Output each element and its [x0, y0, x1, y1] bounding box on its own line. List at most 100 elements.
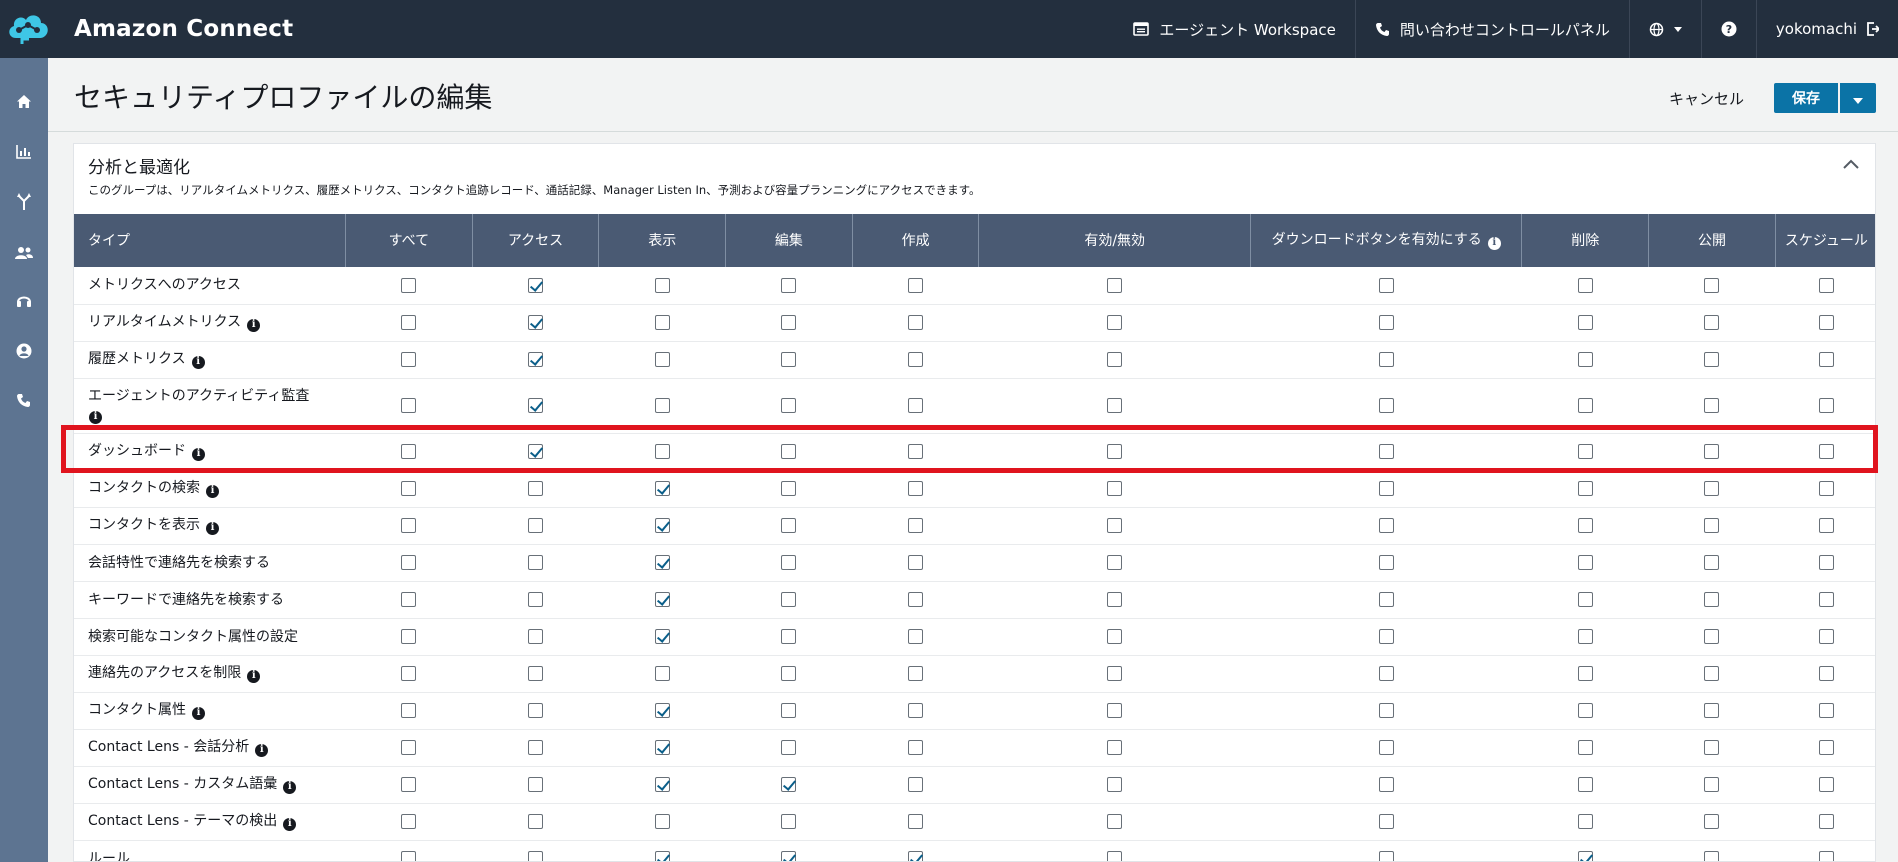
permission-checkbox[interactable]	[1378, 592, 1394, 607]
permission-checkbox[interactable]	[401, 555, 417, 570]
permission-checkbox[interactable]	[401, 518, 417, 533]
permission-checkbox[interactable]	[1378, 629, 1394, 644]
permission-checkbox[interactable]	[1378, 666, 1394, 681]
permission-checkbox[interactable]	[908, 315, 924, 330]
permission-checkbox[interactable]	[1704, 592, 1720, 607]
permission-checkbox[interactable]	[1107, 555, 1123, 570]
permission-checkbox[interactable]	[1107, 315, 1123, 330]
user-menu[interactable]: yokomachi	[1757, 0, 1898, 58]
users-nav[interactable]	[0, 228, 48, 278]
permission-checkbox[interactable]	[1577, 777, 1593, 792]
language-selector[interactable]	[1630, 0, 1702, 58]
permission-checkbox[interactable]	[1818, 777, 1834, 792]
permission-checkbox[interactable]	[1577, 444, 1593, 459]
permission-checkbox[interactable]	[1378, 277, 1394, 293]
permission-checkbox[interactable]	[908, 851, 924, 861]
permission-checkbox[interactable]	[654, 629, 670, 644]
permission-checkbox[interactable]	[908, 666, 924, 681]
permission-checkbox[interactable]	[908, 518, 924, 533]
permission-checkbox[interactable]	[781, 315, 797, 330]
permission-checkbox[interactable]	[528, 666, 544, 681]
info-icon[interactable]: i	[206, 484, 219, 498]
permission-checkbox[interactable]	[1818, 814, 1834, 829]
permission-checkbox[interactable]	[1818, 851, 1834, 861]
permission-checkbox[interactable]	[1818, 740, 1834, 755]
permission-checkbox[interactable]	[654, 518, 670, 533]
metrics-nav[interactable]	[0, 128, 48, 178]
permission-checkbox[interactable]	[528, 703, 544, 718]
permission-checkbox[interactable]	[1378, 315, 1394, 330]
info-icon[interactable]: i	[255, 743, 269, 757]
permission-checkbox[interactable]	[781, 851, 797, 861]
permission-checkbox[interactable]	[1107, 777, 1123, 792]
permission-checkbox[interactable]	[528, 481, 544, 496]
permission-checkbox[interactable]	[1704, 814, 1720, 829]
info-icon[interactable]: i	[191, 355, 205, 369]
permission-checkbox[interactable]	[1107, 629, 1123, 644]
permission-checkbox[interactable]	[528, 592, 544, 607]
permission-checkbox[interactable]	[1704, 444, 1720, 459]
permission-checkbox[interactable]	[528, 629, 544, 644]
permission-checkbox[interactable]	[528, 398, 544, 413]
permission-checkbox[interactable]	[654, 703, 670, 718]
permission-checkbox[interactable]	[1704, 703, 1720, 718]
permission-checkbox[interactable]	[1107, 277, 1123, 293]
permission-checkbox[interactable]	[781, 703, 797, 718]
permission-checkbox[interactable]	[781, 518, 797, 533]
permission-checkbox[interactable]	[401, 315, 417, 330]
permission-checkbox[interactable]	[1704, 666, 1720, 681]
permission-checkbox[interactable]	[781, 592, 797, 607]
info-icon[interactable]: i	[192, 447, 205, 461]
permission-checkbox[interactable]	[654, 315, 670, 330]
permission-checkbox[interactable]	[1577, 629, 1593, 644]
permission-checkbox[interactable]	[1577, 352, 1593, 367]
permission-checkbox[interactable]	[401, 629, 417, 644]
permission-checkbox[interactable]	[1378, 352, 1394, 367]
cancel-button[interactable]: キャンセル	[1669, 88, 1744, 109]
permission-checkbox[interactable]	[1107, 352, 1123, 367]
permission-checkbox[interactable]	[908, 398, 924, 413]
permission-checkbox[interactable]	[1378, 814, 1394, 829]
permission-checkbox[interactable]	[1818, 277, 1834, 293]
permission-checkbox[interactable]	[1107, 444, 1123, 459]
permission-checkbox[interactable]	[1818, 666, 1834, 681]
permission-checkbox[interactable]	[401, 277, 417, 293]
permission-checkbox[interactable]	[908, 777, 924, 792]
permission-checkbox[interactable]	[1107, 703, 1123, 718]
permission-checkbox[interactable]	[1577, 398, 1593, 413]
permission-checkbox[interactable]	[1577, 555, 1593, 570]
permission-checkbox[interactable]	[1577, 814, 1593, 829]
permission-checkbox[interactable]	[908, 703, 924, 718]
permission-checkbox[interactable]	[908, 352, 924, 367]
info-icon[interactable]: i	[247, 669, 261, 683]
permission-checkbox[interactable]	[1818, 629, 1834, 644]
permission-checkbox[interactable]	[654, 814, 670, 829]
permission-checkbox[interactable]	[1818, 481, 1834, 496]
info-icon[interactable]: i	[206, 521, 219, 535]
permission-checkbox[interactable]	[1107, 398, 1123, 413]
permission-checkbox[interactable]	[528, 444, 544, 459]
chevron-up-icon[interactable]	[1843, 154, 1859, 173]
permission-checkbox[interactable]	[654, 398, 670, 413]
permission-checkbox[interactable]	[1704, 277, 1720, 293]
permission-checkbox[interactable]	[1378, 555, 1394, 570]
permission-checkbox[interactable]	[908, 740, 924, 755]
permission-checkbox[interactable]	[1577, 518, 1593, 533]
permission-checkbox[interactable]	[528, 277, 544, 293]
permission-checkbox[interactable]	[401, 444, 417, 459]
permission-checkbox[interactable]	[528, 555, 544, 570]
permission-checkbox[interactable]	[781, 277, 797, 293]
permission-checkbox[interactable]	[1704, 315, 1720, 330]
permission-checkbox[interactable]	[781, 777, 797, 792]
permission-checkbox[interactable]	[1577, 851, 1593, 861]
permission-checkbox[interactable]	[1577, 666, 1593, 681]
permission-checkbox[interactable]	[781, 398, 797, 413]
permission-checkbox[interactable]	[1704, 518, 1720, 533]
permission-checkbox[interactable]	[401, 777, 417, 792]
permission-checkbox[interactable]	[1704, 352, 1720, 367]
permission-checkbox[interactable]	[401, 703, 417, 718]
permission-checkbox[interactable]	[1378, 398, 1394, 413]
permission-checkbox[interactable]	[401, 851, 417, 861]
permission-checkbox[interactable]	[1818, 703, 1834, 718]
permission-checkbox[interactable]	[1704, 555, 1720, 570]
